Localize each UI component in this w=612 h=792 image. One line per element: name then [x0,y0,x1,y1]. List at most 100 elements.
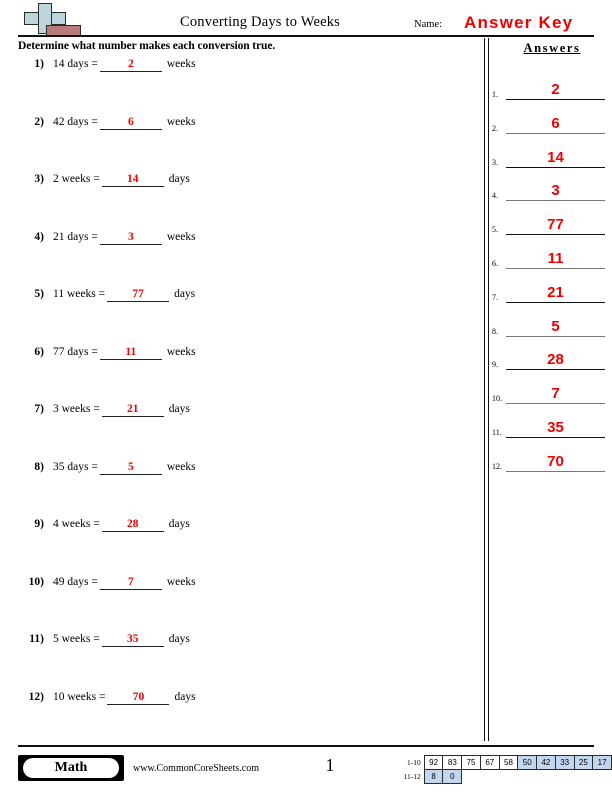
question-unit: days [168,173,190,185]
question-unit: weeks [166,116,196,128]
question-prompt: 10 weeks = [53,691,106,703]
score-cell[interactable]: 67 [479,755,500,770]
answer-index: 6. [492,259,498,268]
answer-row: 7. 21 [492,273,608,303]
question-row: 3) 2 weeks = 14 days [18,173,458,193]
score-cell-empty [593,770,612,784]
answer-row: 5. 77 [492,205,608,236]
answer-value[interactable]: 77 [506,215,605,236]
question-number: 2) [34,116,44,128]
score-cell[interactable]: 50 [517,755,538,770]
score-cell[interactable]: 25 [573,755,594,770]
score-cell[interactable]: 42 [536,755,556,770]
answer-row: 9. 28 [492,340,608,371]
divider-line-right [488,38,489,741]
answer-index: 11. [492,428,502,437]
answer-blank[interactable]: 77 [107,288,170,302]
answer-index: 3. [492,157,498,167]
question-number: 12) [28,691,44,703]
question-number: 5) [34,288,44,300]
question-row: 1) 14 days = 2 weeks [18,58,458,78]
answer-value[interactable]: 70 [506,452,605,472]
answer-value[interactable]: 3 [506,181,605,202]
question-prompt: 5 weeks = [53,633,100,645]
answer-row: 4. 3 [492,171,608,202]
answer-value[interactable]: 28 [506,350,605,371]
answer-value[interactable]: 2 [506,80,605,100]
question-unit: days [168,403,190,415]
question-row: 11) 5 weeks = 35 days [18,633,458,653]
column-divider [484,38,489,741]
score-cell-empty [480,770,499,784]
answer-row: 8. 5 [492,307,608,337]
commoncoresheets-logo-icon [18,2,88,36]
question-unit: weeks [166,346,196,358]
question-prompt: 4 weeks = [53,518,100,530]
answer-index: 4. [492,191,498,201]
answer-blank[interactable]: 28 [101,518,164,532]
score-cell[interactable]: 8 [423,769,444,784]
answer-row: 10. 7 [492,374,608,405]
score-cell[interactable]: 33 [554,755,575,770]
question-number: 10) [28,576,44,588]
question-prompt: 77 days = [53,346,98,358]
answer-value[interactable]: 11 [506,249,605,269]
answer-index: 5. [492,225,498,235]
answer-blank[interactable]: 14 [101,173,164,187]
answer-blank[interactable]: 5 [99,461,162,475]
score-cell[interactable]: 75 [461,755,481,770]
answer-value[interactable]: 35 [506,418,605,438]
question-row: 5) 11 weeks = 77 days [18,288,458,308]
score-cell[interactable]: 83 [442,755,463,770]
question-number: 9) [34,518,44,530]
divider-line-left [484,38,485,741]
website-url[interactable]: www.CommonCoreSheets.com [133,763,259,774]
score-cell[interactable]: 17 [592,755,612,770]
question-unit: days [174,288,196,300]
score-cell-empty [555,770,574,784]
answer-key-stamp: Answer Key [464,13,574,32]
answer-index: 10. [492,394,502,404]
question-prompt: 11 weeks = [53,288,106,300]
question-prompt: 14 days = [53,58,98,70]
answer-value[interactable]: 14 [506,148,605,168]
question-row: 6) 77 days = 11 weeks [18,346,458,366]
question-prompt: 21 days = [53,231,98,243]
answer-value[interactable]: 21 [506,283,605,303]
score-cell-empty [518,770,537,784]
answer-index: 8. [492,326,498,336]
page-number: 1 [325,755,335,775]
answer-blank[interactable]: 35 [101,633,164,647]
answer-blank[interactable]: 11 [99,346,162,360]
question-prompt: 49 days = [53,576,98,588]
answer-value[interactable]: 5 [506,317,605,337]
score-table-row: 11-12 8 0 [398,769,612,784]
answer-value[interactable]: 7 [506,384,605,405]
page-header: Converting Days to Weeks Name: Answer Ke… [0,0,612,38]
name-label: Name: [414,19,442,30]
question-row: 4) 21 days = 3 weeks [18,231,458,251]
score-cell[interactable]: 92 [423,755,444,770]
answer-blank[interactable]: 21 [101,403,164,417]
answer-row: 1. 2 [492,70,608,100]
score-cell[interactable]: 0 [442,769,463,784]
question-number: 8) [34,461,44,473]
answer-value[interactable]: 6 [506,114,605,134]
answer-blank[interactable]: 2 [99,58,162,72]
answer-index: 9. [492,360,498,370]
answer-blank[interactable]: 7 [99,576,162,590]
answer-blank[interactable]: 70 [107,691,170,705]
grading-score-table: 1-10 92 83 75 67 58 50 42 33 25 17 11-12 8 0 [398,755,612,784]
score-range-label: 1-10 [407,758,421,767]
answer-row: 3. 14 [492,138,608,168]
question-row: 7) 3 weeks = 21 days [18,403,458,423]
question-unit: weeks [166,58,196,70]
score-range-label: 11-12 [403,772,421,781]
question-prompt: 35 days = [53,461,98,473]
answer-blank[interactable]: 3 [99,231,162,245]
subject-badge-label: Math [23,758,119,778]
answer-blank[interactable]: 6 [99,116,162,130]
score-cell-empty [537,770,556,784]
instruction-text: Determine what number makes each convers… [18,40,276,52]
score-cell[interactable]: 58 [498,755,519,770]
